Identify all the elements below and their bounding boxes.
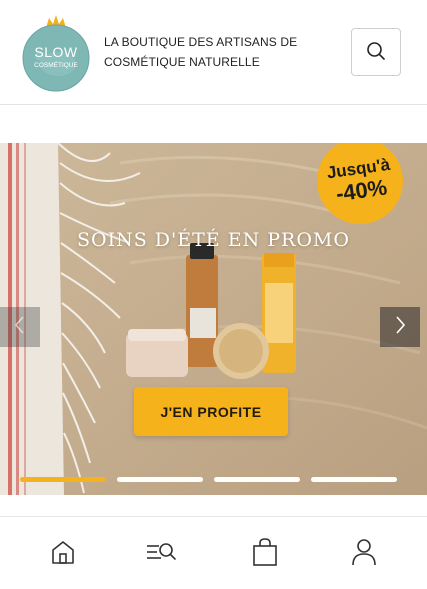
nav-menu-search[interactable] bbox=[144, 537, 178, 571]
tagline-line-2: COSMÉTIQUE NATURELLE bbox=[104, 55, 260, 69]
carousel-dot-3[interactable] bbox=[214, 477, 300, 482]
tagline-line-1: LA BOUTIQUE DES ARTISANS DE bbox=[104, 35, 298, 49]
store-tagline: LA BOUTIQUE DES ARTISANS DE COSMÉTIQUE N… bbox=[104, 32, 324, 72]
carousel-dot-2[interactable] bbox=[117, 477, 203, 482]
logo-text-cosmetique: COSMÉTIQUE bbox=[34, 60, 78, 69]
promo-carousel[interactable]: SOINS D'ÉTÉ EN PROMO Jusqu'à -40% J'EN P… bbox=[0, 143, 427, 495]
chevron-left-icon bbox=[13, 315, 27, 340]
bottom-navigation bbox=[0, 516, 427, 589]
logo-text-slow: SLOW bbox=[34, 44, 78, 60]
carousel-pagination bbox=[0, 477, 427, 485]
search-button[interactable] bbox=[351, 28, 401, 76]
cta-button[interactable]: J'EN PROFITE bbox=[134, 387, 288, 436]
site-header: SLOW COSMÉTIQUE LA BOUTIQUE DES ARTISANS… bbox=[0, 0, 427, 105]
menu-search-icon bbox=[145, 538, 177, 571]
brand-logo[interactable]: SLOW COSMÉTIQUE bbox=[22, 14, 90, 92]
search-icon bbox=[365, 40, 387, 65]
nav-home[interactable] bbox=[46, 537, 80, 571]
carousel-next-button[interactable] bbox=[380, 307, 420, 347]
user-icon bbox=[350, 537, 378, 572]
home-icon bbox=[49, 538, 77, 571]
carousel-prev-button[interactable] bbox=[0, 307, 40, 347]
chevron-right-icon bbox=[393, 315, 407, 340]
shopping-bag-icon bbox=[251, 537, 279, 572]
nav-account[interactable] bbox=[347, 537, 381, 571]
carousel-dot-4[interactable] bbox=[311, 477, 397, 482]
carousel-dot-1[interactable] bbox=[20, 477, 106, 482]
banner-title: SOINS D'ÉTÉ EN PROMO bbox=[77, 229, 350, 251]
nav-cart[interactable] bbox=[248, 537, 282, 571]
